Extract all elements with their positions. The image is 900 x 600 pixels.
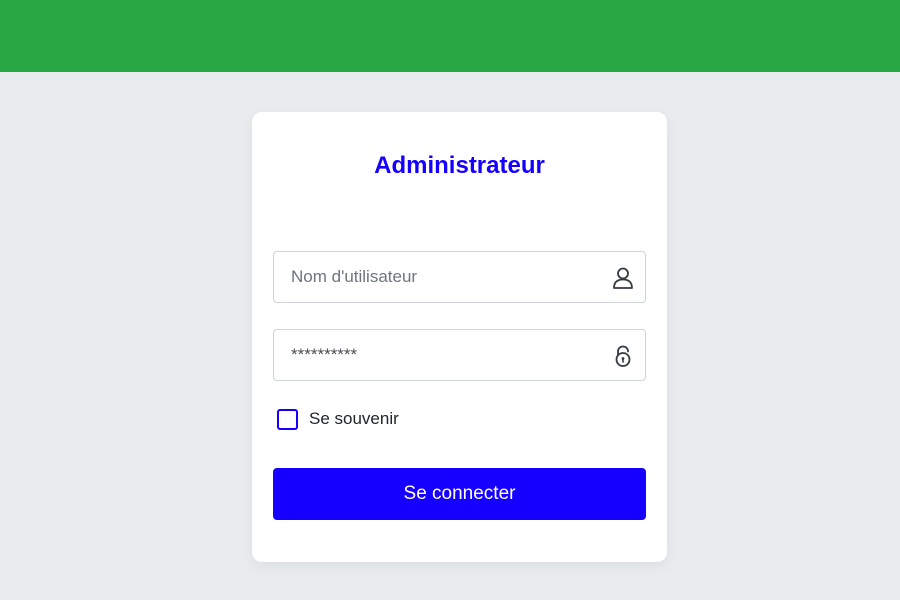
login-button[interactable]: Se connecter — [273, 468, 646, 520]
username-input[interactable] — [274, 252, 645, 302]
remember-me[interactable]: Se souvenir — [277, 408, 399, 430]
remember-label: Se souvenir — [309, 409, 399, 428]
password-input[interactable] — [274, 330, 645, 380]
password-field[interactable] — [273, 329, 646, 381]
lock-icon — [612, 344, 634, 368]
username-field[interactable] — [273, 251, 646, 303]
user-icon — [612, 266, 634, 290]
top-header-bar — [0, 0, 900, 72]
remember-checkbox[interactable] — [277, 408, 298, 430]
login-card: Administrateur Se souvenir Se connecter — [252, 112, 667, 562]
login-title: Administrateur — [374, 152, 545, 179]
